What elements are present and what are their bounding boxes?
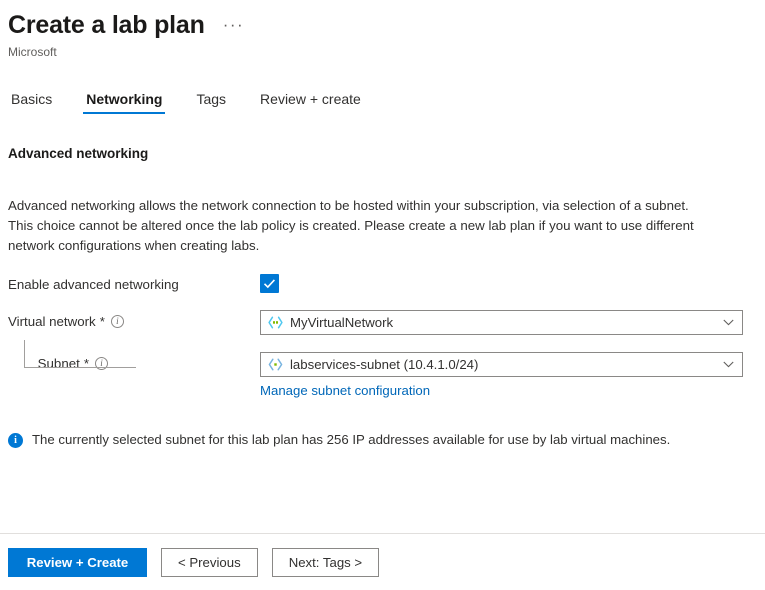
virtual-network-icon [268, 316, 283, 329]
info-circle-icon: i [8, 433, 23, 448]
next-tags-button[interactable]: Next: Tags > [272, 548, 379, 577]
tab-networking[interactable]: Networking [83, 91, 165, 114]
chevron-down-icon[interactable] [714, 361, 742, 368]
subnet-label: Subnet * i [8, 352, 260, 371]
enable-advanced-networking-label: Enable advanced networking [8, 273, 260, 292]
subnet-info-message-text: The currently selected subnet for this l… [32, 432, 670, 447]
checkmark-icon [261, 275, 278, 292]
wizard-tabs: Basics Networking Tags Review + create [0, 84, 765, 114]
wizard-footer: Review + Create < Previous Next: Tags > [0, 534, 765, 590]
subnet-dropdown[interactable]: labservices-subnet (10.4.1.0/24) [260, 352, 743, 377]
subnet-value: labservices-subnet (10.4.1.0/24) [290, 357, 714, 372]
page-subtitle: Microsoft [8, 45, 765, 59]
virtual-network-value: MyVirtualNetwork [290, 315, 714, 330]
virtual-network-label-text: Virtual network [8, 314, 96, 329]
subnet-label-text: Subnet [38, 356, 80, 371]
info-tooltip-icon[interactable]: i [111, 315, 124, 328]
tab-review-create[interactable]: Review + create [257, 91, 364, 114]
section-description: Advanced networking allows the network c… [8, 196, 708, 256]
enable-advanced-networking-field [260, 273, 757, 293]
review-create-button[interactable]: Review + Create [8, 548, 147, 577]
row-subnet: Subnet * i labservices-subnet (10.4.1.0/… [8, 352, 757, 400]
info-tooltip-icon[interactable]: i [95, 357, 108, 370]
enable-advanced-networking-checkbox[interactable] [260, 274, 279, 293]
required-marker: * [84, 356, 89, 371]
manage-subnet-configuration-link[interactable]: Manage subnet configuration [260, 383, 430, 398]
main-content: Advanced networking Advanced networking … [0, 146, 765, 448]
virtual-network-label: Virtual network * i [8, 310, 260, 329]
subnet-icon [268, 358, 283, 371]
subnet-info-message: i The currently selected subnet for this… [8, 432, 757, 448]
subnet-field: labservices-subnet (10.4.1.0/24) Manage … [260, 352, 757, 400]
required-marker: * [100, 314, 105, 329]
tab-basics[interactable]: Basics [8, 91, 55, 114]
chevron-down-icon[interactable] [714, 319, 742, 326]
page-header: Create a lab plan ··· Microsoft [0, 0, 765, 59]
virtual-network-dropdown[interactable]: MyVirtualNetwork [260, 310, 743, 335]
virtual-network-field: MyVirtualNetwork [260, 310, 757, 335]
page-title: Create a lab plan [8, 10, 205, 40]
row-enable-advanced-networking: Enable advanced networking [8, 273, 757, 293]
previous-button[interactable]: < Previous [161, 548, 258, 577]
section-heading: Advanced networking [8, 146, 757, 161]
tab-tags[interactable]: Tags [193, 91, 229, 114]
more-options-icon[interactable]: ··· [223, 18, 244, 32]
title-row: Create a lab plan ··· [8, 10, 765, 40]
row-virtual-network: Virtual network * i MyVirtualNetwork [8, 310, 757, 335]
